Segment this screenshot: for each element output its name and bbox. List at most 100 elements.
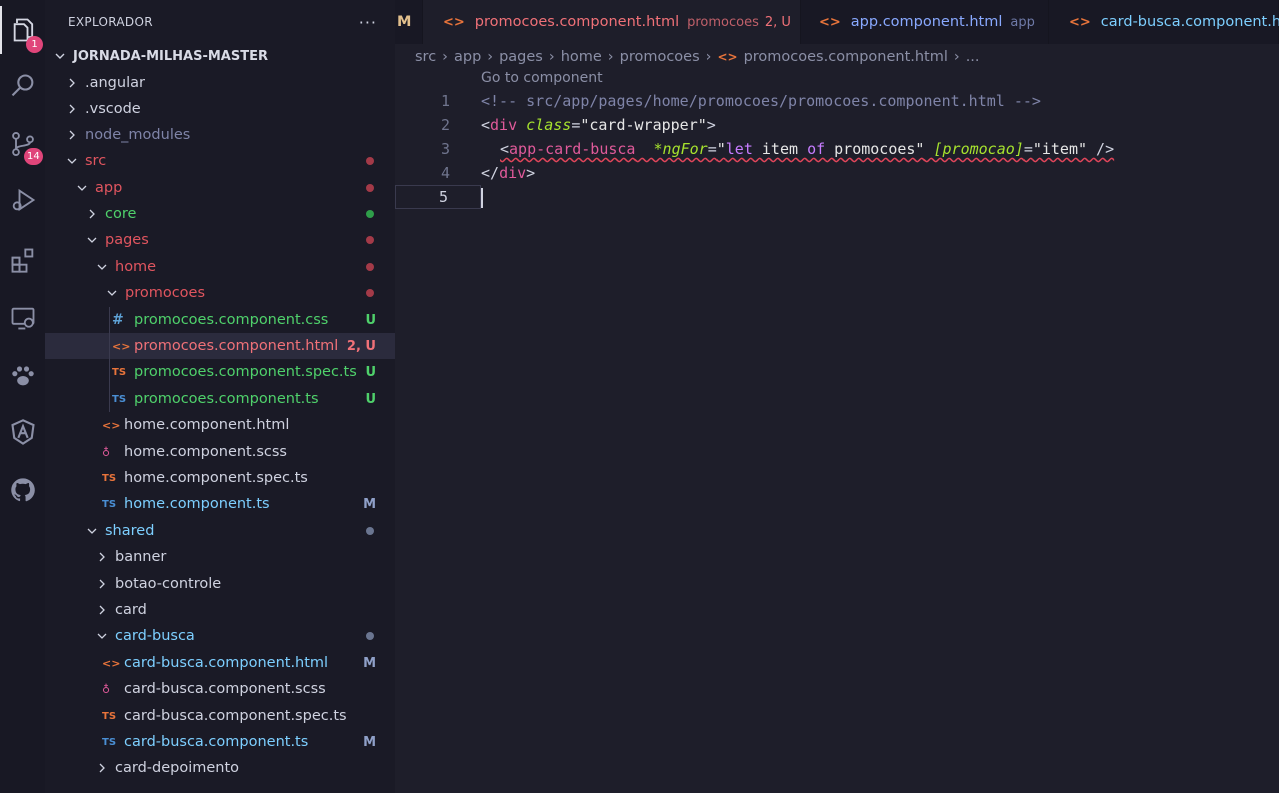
file-item[interactable]: TS promocoes.component.ts U (45, 386, 395, 412)
workspace-root[interactable]: JORNADA-MILHAS-MASTER (45, 44, 395, 68)
source-control-icon[interactable]: 14 (0, 120, 45, 168)
codelens-go-to-component[interactable]: Go to component (481, 70, 603, 90)
breadcrumb-item[interactable]: pages (499, 49, 543, 65)
code-line[interactable]: 4 </div> (395, 161, 1279, 185)
extensions-icon[interactable] (0, 236, 45, 284)
breadcrumb-item[interactable]: app (454, 49, 481, 65)
tree-item-label: promocoes.component.css (134, 312, 329, 328)
chevron-right-icon: › (953, 49, 960, 65)
html-file-icon: <> (443, 14, 465, 30)
folder-item[interactable]: home (45, 254, 395, 280)
folder-item[interactable]: banner (45, 544, 395, 570)
breadcrumb-item[interactable]: promocoes.component.html (744, 49, 948, 65)
chevron-right-icon (95, 763, 109, 773)
tree-item-label: card-busca.component.ts (124, 734, 309, 750)
code-editor[interactable]: Go to component 1 <!-- src/app/pages/hom… (395, 70, 1279, 793)
chevron-right-icon: › (607, 49, 614, 65)
tab-truncated[interactable]: M (395, 0, 423, 44)
tab-description: app (1010, 14, 1035, 30)
breadcrumb-item[interactable]: ... (966, 49, 980, 65)
folder-item[interactable]: card-busca (45, 623, 395, 649)
chevron-right-icon (95, 605, 109, 615)
paw-icon[interactable] (0, 352, 45, 400)
typescript-file-icon: TS (102, 472, 117, 484)
file-item[interactable]: <> promocoes.component.html 2, U (45, 333, 395, 359)
source-control-badge: 14 (24, 148, 43, 165)
code-line[interactable]: 1 <!-- src/app/pages/home/promocoes/prom… (395, 89, 1279, 113)
tree-item-label: home (115, 259, 157, 275)
html-file-icon: <> (819, 14, 841, 30)
folder-item[interactable]: card (45, 597, 395, 623)
line-number: 5 (395, 185, 481, 209)
git-status-badge: M (363, 496, 376, 512)
run-debug-icon[interactable] (0, 176, 45, 224)
chevron-down-icon (105, 288, 119, 298)
chevron-right-icon: › (442, 49, 448, 65)
tree-item-label: card-busca.component.html (124, 655, 329, 671)
breadcrumb-item[interactable]: src (415, 49, 436, 65)
html-file-icon: <> (102, 656, 121, 670)
tree-item-label: promocoes.component.html (134, 338, 339, 354)
typescript-file-icon: TS (112, 366, 127, 378)
file-item[interactable]: <> card-busca.component.html M (45, 650, 395, 676)
file-item[interactable]: TS card-busca.component.ts M (45, 729, 395, 755)
explorer-header: EXPLORADOR ··· (45, 0, 395, 44)
chevron-right-icon: › (548, 49, 555, 65)
files-icon[interactable]: 1 (0, 6, 45, 54)
folder-item[interactable]: core (45, 201, 395, 227)
file-item[interactable]: TS card-busca.component.spec.ts (45, 703, 395, 729)
github-icon[interactable] (0, 466, 45, 514)
git-status-badge: 2, U (346, 338, 376, 354)
folder-item[interactable]: pages (45, 227, 395, 253)
typescript-file-icon: TS (102, 710, 117, 722)
code-line[interactable]: 2 <div class="card-wrapper"> (395, 113, 1279, 137)
tab-label: M (397, 14, 412, 30)
tab-app-component-html[interactable]: <> app.component.html app (801, 0, 1049, 44)
tree-item-label: banner (115, 549, 167, 565)
folder-item[interactable]: node_modules (45, 122, 395, 148)
search-icon[interactable] (0, 62, 45, 110)
line-number: 2 (440, 116, 450, 134)
breadcrumb-item[interactable]: promocoes (620, 49, 700, 65)
file-item[interactable]: TS home.component.spec.ts (45, 465, 395, 491)
folder-item[interactable]: app (45, 175, 395, 201)
tree-item-label: promocoes.component.spec.ts (134, 364, 357, 380)
file-item[interactable]: ♁ card-busca.component.scss (45, 676, 395, 702)
file-item[interactable]: <> home.component.html (45, 412, 395, 438)
folder-item[interactable]: card-depoimento (45, 755, 395, 781)
tree-item-label: home.component.ts (124, 496, 270, 512)
folder-item[interactable]: .vscode (45, 96, 395, 122)
tab-promocoes-component-html[interactable]: <> promocoes.component.html promocoes 2,… (423, 0, 801, 44)
more-actions-icon[interactable]: ··· (359, 13, 377, 32)
code-line-current[interactable]: 5 (395, 185, 1279, 209)
tree-item-label: botao-controle (115, 576, 222, 592)
git-status-dot (366, 289, 374, 297)
chevron-down-icon (65, 156, 79, 166)
folder-item[interactable]: shared (45, 518, 395, 544)
file-item[interactable]: # promocoes.component.css U (45, 307, 395, 333)
chevron-down-icon (75, 183, 89, 193)
tab-status: 2, U (764, 14, 791, 30)
angular-icon[interactable] (0, 408, 45, 456)
editor-tabs: M <> promocoes.component.html promocoes … (395, 0, 1279, 44)
remote-explorer-icon[interactable] (0, 294, 45, 342)
breadcrumb-item[interactable]: home (561, 49, 602, 65)
code-line[interactable]: 3 <app-card-busca *ngFor="let item of pr… (395, 137, 1279, 161)
tree-item-label: promocoes (125, 285, 206, 301)
file-item[interactable]: ♁ home.component.scss (45, 439, 395, 465)
explorer-title: EXPLORADOR (68, 15, 153, 29)
tab-card-busca-component-html[interactable]: <> card-busca.component.ht (1049, 0, 1279, 44)
folder-item[interactable]: .angular (45, 70, 395, 96)
html-file-icon: <> (717, 50, 738, 64)
chevron-right-icon (85, 209, 99, 219)
folder-item[interactable]: botao-controle (45, 571, 395, 597)
folder-item[interactable]: promocoes (45, 280, 395, 306)
tree-item-label: .angular (85, 75, 145, 91)
folder-item[interactable]: src (45, 148, 395, 174)
file-item[interactable]: TS promocoes.component.spec.ts U (45, 359, 395, 385)
html-file-icon: <> (112, 339, 131, 353)
tree-item-label: card (115, 602, 147, 618)
scss-file-icon: ♁ (102, 682, 111, 696)
git-status-badge: U (365, 312, 376, 328)
file-item[interactable]: TS home.component.ts M (45, 491, 395, 517)
